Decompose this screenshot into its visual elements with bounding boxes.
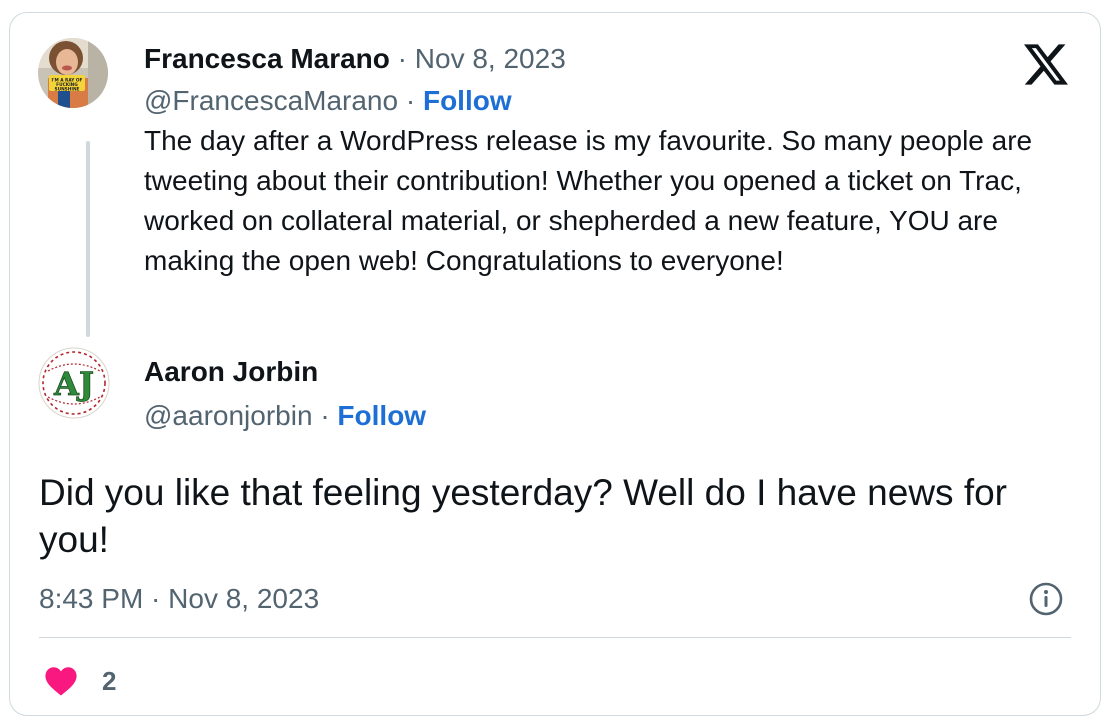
parent-handle-row: @FrancescaMarano · Follow (144, 81, 1074, 121)
reply-author-block: Aaron Jorbin @aaronjorbin · Follow (144, 352, 844, 436)
x-logo-icon[interactable] (1024, 44, 1068, 85)
reply-handle-row: @aaronjorbin · Follow (144, 396, 844, 436)
parent-author-name[interactable]: Francesca Marano (144, 43, 390, 74)
aaron-avatar[interactable]: AJ (38, 347, 110, 419)
heart-icon (45, 667, 77, 696)
aaron-avatar-image: AJ (38, 347, 110, 419)
parent-tweet: Francesca Marano · Nov 8, 2023 @Francesc… (144, 39, 1074, 281)
thread-connector-line (86, 141, 90, 337)
like-count: 2 (102, 665, 117, 696)
reply-author-handle[interactable]: @aaronjorbin (144, 400, 313, 431)
tweet-timestamp[interactable]: 8:43 PM · Nov 8, 2023 (39, 579, 319, 619)
like-button[interactable]: 2 (44, 663, 116, 699)
follow-aaron-button[interactable]: Follow (337, 400, 426, 431)
reply-author-row: Aaron Jorbin (144, 352, 844, 392)
embedded-tweet-card: I'M A RAY OF FUCKING SUNSHINE Francesca … (9, 12, 1101, 716)
separator-dot: · (405, 85, 416, 116)
separator-dot: · (397, 43, 407, 74)
reply-author-name[interactable]: Aaron Jorbin (144, 356, 318, 387)
follow-francesca-button[interactable]: Follow (423, 85, 512, 116)
parent-author-row: Francesca Marano · Nov 8, 2023 (144, 39, 1074, 79)
parent-author-handle[interactable]: @FrancescaMarano (144, 85, 398, 116)
action-divider (39, 637, 1071, 638)
separator-dot: · (320, 400, 330, 431)
info-icon[interactable] (1028, 581, 1064, 617)
svg-text:SUNSHINE: SUNSHINE (54, 87, 79, 93)
francesca-avatar[interactable]: I'M A RAY OF FUCKING SUNSHINE (38, 38, 108, 108)
reply-tweet-text: Did you like that feeling yesterday? Wel… (39, 472, 1007, 560)
aaron-avatar-monogram: AJ (53, 365, 94, 403)
francesca-avatar-image: I'M A RAY OF FUCKING SUNSHINE (38, 38, 108, 108)
parent-tweet-date[interactable]: Nov 8, 2023 (415, 43, 566, 74)
parent-tweet-text: The day after a WordPress release is my … (144, 125, 1033, 276)
